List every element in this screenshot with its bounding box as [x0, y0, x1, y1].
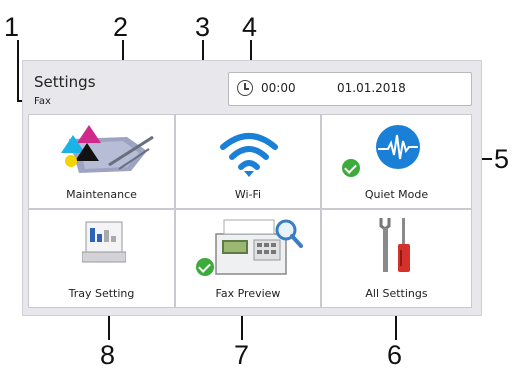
- ink-cartridge-icon: [61, 125, 154, 173]
- callout-8: 8: [100, 340, 116, 370]
- callout-1: 1: [4, 12, 20, 42]
- maintenance-button[interactable]: Maintenance: [28, 114, 175, 209]
- wifi-button[interactable]: Wi-Fi: [175, 114, 321, 209]
- tray-icon: [82, 221, 126, 263]
- wifi-label: Wi-Fi: [234, 188, 262, 201]
- fax-preview-label: Fax Preview: [215, 287, 281, 300]
- date-time-display[interactable]: 00:00 01.01.2018: [228, 72, 472, 106]
- screen-mode: Fax: [34, 96, 51, 107]
- quiet-mode-icon: [376, 125, 420, 169]
- clock-icon: [237, 80, 253, 96]
- clock-time: 00:00: [261, 81, 296, 95]
- callout-2: 2: [113, 12, 129, 42]
- callout-4: 4: [242, 12, 258, 42]
- tray-setting-button[interactable]: Tray Setting: [28, 209, 175, 308]
- quiet-mode-label: Quiet Mode: [364, 188, 429, 201]
- quiet-mode-on-check-icon: [342, 159, 360, 177]
- screen-title: Settings: [34, 73, 96, 91]
- maintenance-label: Maintenance: [66, 188, 137, 201]
- callout-5: 5: [494, 144, 510, 174]
- fax-preview-button[interactable]: Fax Preview: [175, 209, 321, 308]
- leader-1: [17, 40, 19, 102]
- callout-7: 7: [234, 340, 250, 370]
- tools-icon: [379, 218, 410, 272]
- clock-date: 01.01.2018: [337, 81, 406, 95]
- callout-6: 6: [387, 340, 403, 370]
- all-settings-label: All Settings: [365, 287, 428, 300]
- quiet-mode-button[interactable]: Quiet Mode: [321, 114, 472, 209]
- tray-setting-label: Tray Setting: [68, 287, 135, 300]
- all-settings-button[interactable]: All Settings: [321, 209, 472, 308]
- fax-preview-on-check-icon: [196, 258, 214, 276]
- callout-3: 3: [195, 12, 211, 42]
- wifi-icon: [220, 133, 278, 177]
- fax-preview-icon: [215, 219, 303, 275]
